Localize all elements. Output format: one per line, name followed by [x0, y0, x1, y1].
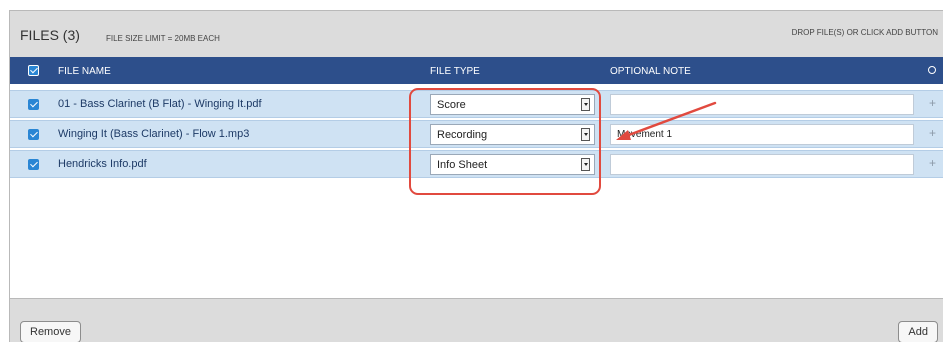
file-list: 01 - Bass Clarinet (B Flat) - Winging It…: [10, 84, 943, 298]
file-type-value: Recording: [437, 129, 488, 141]
column-header-file-type[interactable]: FILE TYPE: [430, 66, 480, 77]
file-type-value: Info Sheet: [437, 159, 488, 171]
file-upload-panel: FILES (3) FILE SIZE LIMIT = 20MB EACH DR…: [9, 10, 943, 342]
plus-icon[interactable]: +: [929, 156, 936, 170]
plus-icon[interactable]: +: [929, 96, 936, 110]
optional-note-input[interactable]: [610, 94, 914, 115]
panel-header: FILES (3) FILE SIZE LIMIT = 20MB EACH DR…: [10, 11, 943, 56]
optional-note-input[interactable]: [610, 124, 914, 145]
file-type-select[interactable]: Recording: [430, 124, 595, 145]
optional-note-input[interactable]: [610, 154, 914, 175]
file-name: Winging It (Bass Clarinet) - Flow 1.mp3: [58, 128, 250, 140]
refresh-circle-icon[interactable]: [928, 66, 936, 74]
file-name: Hendricks Info.pdf: [58, 158, 147, 170]
table-header: FILE NAME FILE TYPE OPTIONAL NOTE: [10, 57, 943, 84]
file-row[interactable]: Winging It (Bass Clarinet) - Flow 1.mp3 …: [10, 120, 943, 148]
dropdown-arrow-icon[interactable]: [581, 158, 590, 171]
file-type-select[interactable]: Score: [430, 94, 595, 115]
file-name: 01 - Bass Clarinet (B Flat) - Winging It…: [58, 98, 262, 110]
file-size-limit-note: FILE SIZE LIMIT = 20MB EACH: [106, 34, 220, 43]
row-checkbox[interactable]: [28, 159, 39, 170]
dropdown-arrow-icon[interactable]: [581, 128, 590, 141]
file-type-select[interactable]: Info Sheet: [430, 154, 595, 175]
file-row[interactable]: Hendricks Info.pdf Info Sheet +: [10, 150, 943, 178]
files-count-title: FILES (3): [20, 27, 80, 43]
add-button[interactable]: Add: [898, 321, 938, 342]
column-header-file-name[interactable]: FILE NAME: [58, 66, 111, 77]
row-checkbox[interactable]: [28, 99, 39, 110]
column-header-optional-note[interactable]: OPTIONAL NOTE: [610, 66, 691, 77]
drop-files-hint: DROP FILE(S) OR CLICK ADD BUTTON: [791, 28, 938, 37]
row-checkbox[interactable]: [28, 129, 39, 140]
plus-icon[interactable]: +: [929, 126, 936, 140]
select-all-checkbox[interactable]: [28, 65, 39, 76]
panel-footer: Remove Add: [10, 298, 943, 342]
dropdown-arrow-icon[interactable]: [581, 98, 590, 111]
file-type-value: Score: [437, 99, 466, 111]
remove-button[interactable]: Remove: [20, 321, 81, 342]
file-row[interactable]: 01 - Bass Clarinet (B Flat) - Winging It…: [10, 90, 943, 118]
